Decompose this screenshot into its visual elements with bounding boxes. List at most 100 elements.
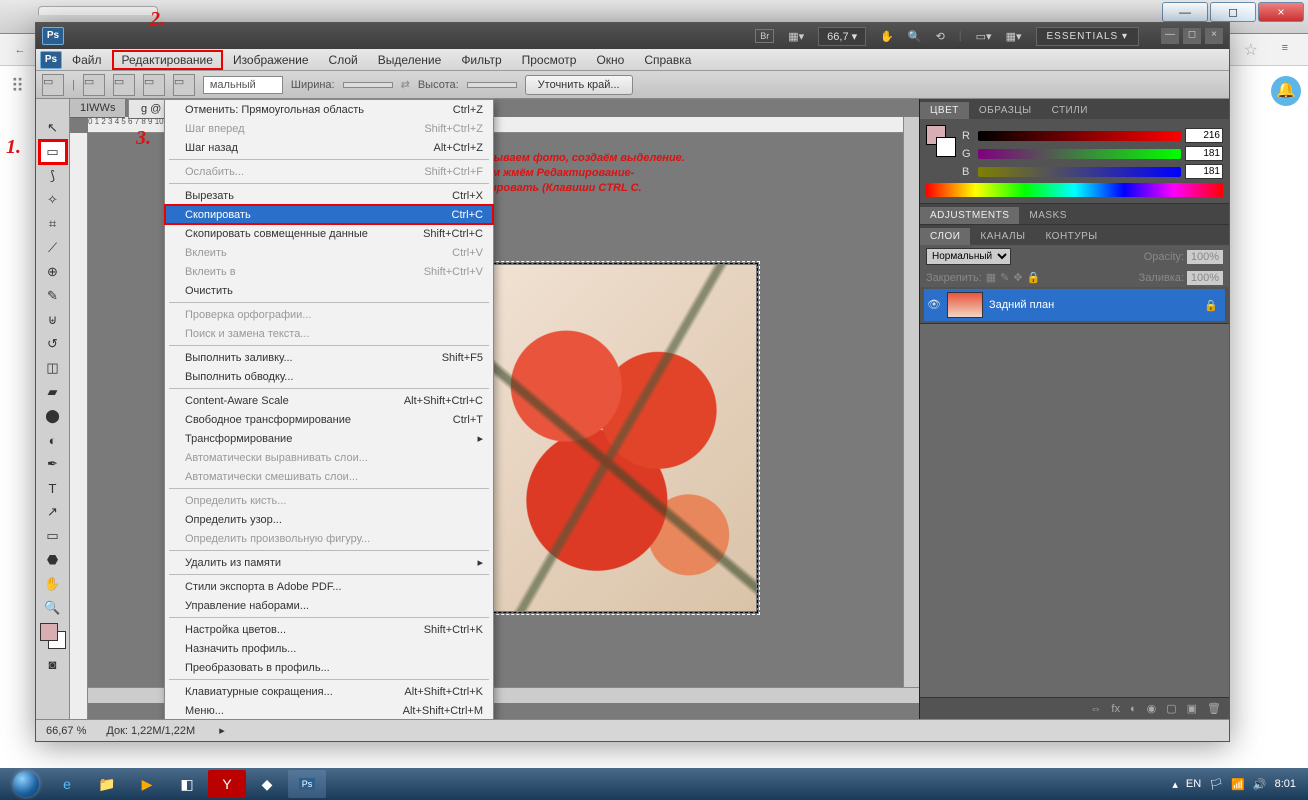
bookmark-star-icon[interactable]: ☆ bbox=[1244, 40, 1258, 60]
menu-item-очистить[interactable]: Очистить bbox=[165, 281, 493, 300]
menu-item-преобразовать-в-профиль-[interactable]: Преобразовать в профиль... bbox=[165, 658, 493, 677]
style-dropdown[interactable]: мальный bbox=[203, 76, 283, 94]
menu-item-выполнить-обводку-[interactable]: Выполнить обводку... bbox=[165, 367, 493, 386]
taskbar-media-icon[interactable]: ▶ bbox=[128, 770, 166, 798]
document-tab-1[interactable]: 1IWWs bbox=[70, 99, 125, 118]
taskbar-ps-icon[interactable]: Ps bbox=[288, 770, 326, 798]
pen-tool[interactable]: ✒ bbox=[40, 453, 66, 475]
blur-tool[interactable]: ⬤ bbox=[40, 405, 66, 427]
tray-volume-icon[interactable]: 🔊 bbox=[1253, 778, 1267, 791]
notification-bell-icon[interactable]: 🔔 bbox=[1271, 76, 1301, 106]
menu-item-назначить-профиль-[interactable]: Назначить профиль... bbox=[165, 639, 493, 658]
lock-position-icon[interactable]: ✥ bbox=[1013, 271, 1022, 284]
color-swatches[interactable] bbox=[40, 623, 66, 649]
lasso-tool[interactable]: ⟆ bbox=[40, 165, 66, 187]
status-arrow-icon[interactable]: ▸ bbox=[219, 724, 225, 737]
menu-edit[interactable]: Редактирование bbox=[112, 50, 223, 70]
zoom-percent[interactable]: 66,67 % bbox=[46, 725, 86, 737]
screen-mode-icon[interactable]: ▭▾ bbox=[976, 30, 992, 43]
menu-select[interactable]: Выделение bbox=[368, 50, 452, 70]
selection-sub-icon[interactable]: ▭ bbox=[143, 74, 165, 96]
hand-tool-icon[interactable]: ✋ bbox=[880, 30, 894, 43]
layer-thumbnail[interactable] bbox=[947, 292, 983, 318]
language-indicator[interactable]: EN bbox=[1186, 778, 1201, 790]
menu-item-определить-узор-[interactable]: Определить узор... bbox=[165, 510, 493, 529]
arrange-docs-icon[interactable]: ▦▾ bbox=[1006, 30, 1022, 43]
selection-add-icon[interactable]: ▭ bbox=[113, 74, 135, 96]
menu-item-меню-[interactable]: Меню...Alt+Shift+Ctrl+M bbox=[165, 701, 493, 719]
fill-value[interactable]: 100% bbox=[1187, 271, 1223, 285]
menu-help[interactable]: Справка bbox=[634, 50, 701, 70]
blend-mode-select[interactable]: Нормальный bbox=[926, 248, 1011, 265]
type-tool[interactable]: T bbox=[40, 477, 66, 499]
wand-tool[interactable]: ✧ bbox=[40, 189, 66, 211]
menu-item-клавиатурные-сокращения-[interactable]: Клавиатурные сокращения...Alt+Shift+Ctrl… bbox=[165, 682, 493, 701]
workspace-switcher[interactable]: ESSENTIALS ▾ bbox=[1036, 27, 1140, 46]
view-extras-icon[interactable]: ▦▾ bbox=[788, 30, 804, 43]
swap-wh-icon[interactable]: ⇄ bbox=[401, 78, 410, 91]
3d-tool[interactable]: ⬣ bbox=[40, 549, 66, 571]
menu-item-шаг-назад[interactable]: Шаг назадAlt+Ctrl+Z bbox=[165, 138, 493, 157]
tab-paths[interactable]: КОНТУРЫ bbox=[1035, 228, 1107, 245]
lock-all-icon[interactable]: 🔒 bbox=[1027, 271, 1041, 284]
ps-minimize-icon[interactable]: — bbox=[1161, 28, 1179, 44]
g-slider[interactable] bbox=[978, 149, 1181, 159]
menu-view[interactable]: Просмотр bbox=[512, 50, 587, 70]
quick-mask-icon[interactable]: ◙ bbox=[40, 653, 66, 675]
new-layer-icon[interactable]: ▣ bbox=[1187, 702, 1197, 715]
brush-tool[interactable]: ✎ bbox=[40, 285, 66, 307]
delete-layer-icon[interactable]: 🗑 bbox=[1207, 702, 1221, 715]
b-value[interactable] bbox=[1185, 164, 1223, 179]
taskbar-ie-icon[interactable]: e bbox=[48, 770, 86, 798]
taskbar-app2-icon[interactable]: Y bbox=[208, 770, 246, 798]
tray-flag-icon[interactable]: 🏳 bbox=[1209, 778, 1223, 791]
menu-item-вырезать[interactable]: ВырезатьCtrl+X bbox=[165, 186, 493, 205]
eraser-tool[interactable]: ◫ bbox=[40, 357, 66, 379]
taskbar-app-icon[interactable]: ◧ bbox=[168, 770, 206, 798]
menu-file[interactable]: Файл bbox=[62, 50, 112, 70]
menu-item-content-aware-scale[interactable]: Content-Aware ScaleAlt+Shift+Ctrl+C bbox=[165, 391, 493, 410]
bg-swatch[interactable] bbox=[936, 137, 956, 157]
launch-bridge-icon[interactable]: Br bbox=[755, 29, 774, 43]
lock-transparency-icon[interactable]: ▦ bbox=[986, 271, 996, 284]
zoom-tool[interactable]: 🔍 bbox=[40, 597, 66, 619]
visibility-eye-icon[interactable]: 👁 bbox=[927, 298, 941, 312]
tray-up-icon[interactable]: ▴ bbox=[1172, 778, 1178, 791]
menu-window[interactable]: Окно bbox=[586, 50, 634, 70]
start-button[interactable] bbox=[6, 770, 46, 798]
marquee-preset-icon[interactable]: ▭ bbox=[42, 74, 64, 96]
layer-mask-icon[interactable]: ◐ bbox=[1130, 703, 1137, 715]
spectrum-ramp[interactable] bbox=[926, 183, 1223, 197]
ps-restore-icon[interactable]: ◻ bbox=[1183, 28, 1201, 44]
width-field[interactable] bbox=[343, 82, 393, 88]
zoom-tool-icon[interactable]: 🔍 bbox=[908, 30, 922, 43]
opacity-value[interactable]: 100% bbox=[1187, 250, 1223, 264]
tab-styles[interactable]: СТИЛИ bbox=[1042, 102, 1098, 119]
tab-layers[interactable]: СЛОИ bbox=[920, 228, 970, 245]
back-icon[interactable]: ← bbox=[8, 38, 32, 62]
height-field[interactable] bbox=[467, 82, 517, 88]
menu-item-трансформирование[interactable]: Трансформирование▸ bbox=[165, 429, 493, 448]
selection-intersect-icon[interactable]: ▭ bbox=[173, 74, 195, 96]
tab-masks[interactable]: MASKS bbox=[1019, 207, 1077, 224]
clock[interactable]: 8:01 bbox=[1275, 778, 1296, 790]
menu-item-скопировать[interactable]: СкопироватьCtrl+C bbox=[165, 205, 493, 224]
tab-channels[interactable]: КАНАЛЫ bbox=[970, 228, 1035, 245]
stamp-tool[interactable]: ⊎ bbox=[40, 309, 66, 331]
selection-new-icon[interactable]: ▭ bbox=[83, 74, 105, 96]
healing-tool[interactable]: ⊕ bbox=[40, 261, 66, 283]
menu-filter[interactable]: Фильтр bbox=[451, 50, 511, 70]
b-slider[interactable] bbox=[978, 167, 1181, 177]
scrollbar-vertical[interactable] bbox=[903, 117, 919, 687]
zoom-level[interactable]: 66,7 ▾ bbox=[818, 27, 866, 46]
menu-item-скопировать-совмещенные-[interactable]: Скопировать совмещенные данныеShift+Ctrl… bbox=[165, 224, 493, 243]
r-value[interactable] bbox=[1185, 128, 1223, 143]
link-layers-icon[interactable]: ⇔ bbox=[1090, 703, 1101, 715]
taskbar-app3-icon[interactable]: ◆ bbox=[248, 770, 286, 798]
eyedropper-tool[interactable]: ⟋ bbox=[40, 237, 66, 259]
shape-tool[interactable]: ▭ bbox=[40, 525, 66, 547]
menu-item-удалить-из-памяти[interactable]: Удалить из памяти▸ bbox=[165, 553, 493, 572]
lock-pixels-icon[interactable]: ✎ bbox=[1000, 271, 1009, 284]
g-value[interactable] bbox=[1185, 146, 1223, 161]
menu-item-отменить-прямоугольная-о[interactable]: Отменить: Прямоугольная областьCtrl+Z bbox=[165, 100, 493, 119]
